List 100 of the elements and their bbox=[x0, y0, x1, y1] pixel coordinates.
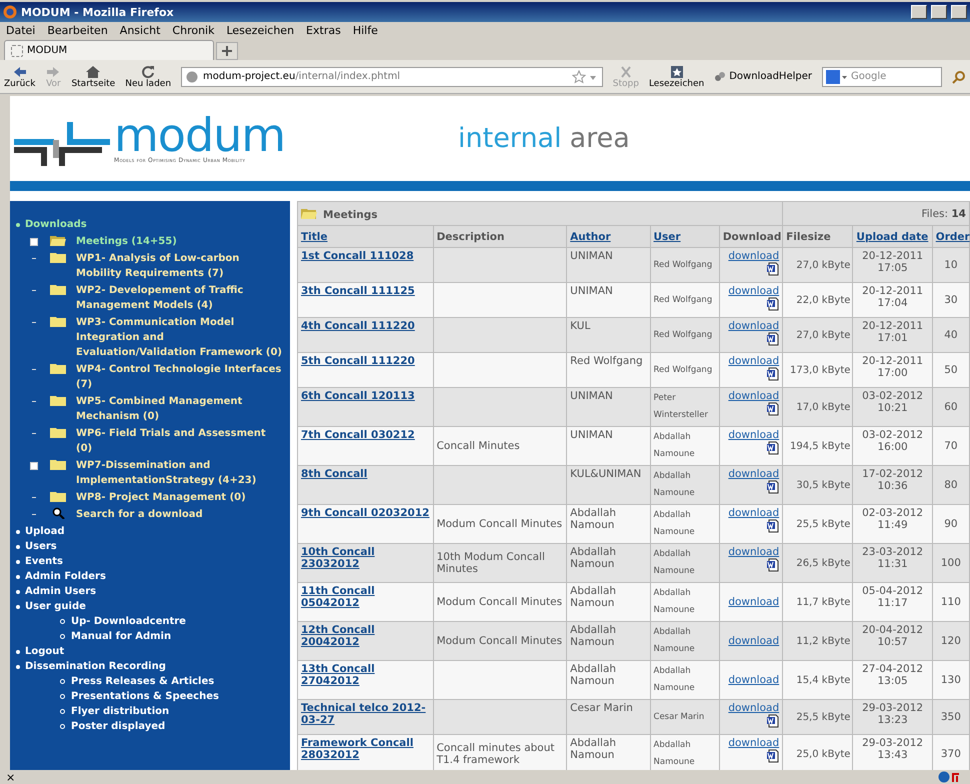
folder-icon bbox=[50, 315, 66, 327]
bullet-icon bbox=[16, 223, 20, 227]
home-icon bbox=[85, 64, 102, 78]
minimize-button[interactable] bbox=[911, 5, 927, 19]
sidebar-link[interactable]: Logout bbox=[25, 644, 64, 659]
word-document-icon[interactable] bbox=[766, 558, 780, 572]
download-link[interactable]: download bbox=[722, 702, 780, 714]
order-cell: 100 bbox=[932, 544, 970, 582]
toolbar-button[interactable]: Lesezeichen bbox=[648, 64, 704, 88]
menu-item[interactable]: Hilfe bbox=[352, 24, 378, 38]
bullet-icon bbox=[16, 665, 20, 669]
word-document-icon[interactable] bbox=[766, 441, 780, 455]
word-document-icon[interactable] bbox=[766, 262, 780, 276]
download-link[interactable]: download bbox=[722, 596, 780, 608]
sidebar-link[interactable]: Admin Folders bbox=[25, 569, 106, 584]
star-dropdown-icon[interactable] bbox=[572, 70, 598, 84]
menu-item[interactable]: Chronik bbox=[172, 24, 214, 38]
new-tab-button[interactable] bbox=[216, 42, 238, 60]
sidebar-link[interactable]: Upload bbox=[25, 524, 64, 539]
addon-button[interactable]: DownloadHelper bbox=[714, 70, 812, 82]
upload-date-cell: 20-12-2011 17:05 bbox=[852, 248, 932, 282]
folder-link[interactable]: WP1- Analysis of Low-carbon Mobility Requirements (7) bbox=[76, 251, 284, 281]
author-cell: UNIMAN bbox=[566, 248, 650, 282]
menu-item[interactable]: Extras bbox=[306, 24, 341, 38]
menu-item[interactable]: Datei bbox=[6, 24, 36, 38]
sidebar-link[interactable]: Manual for Admin bbox=[71, 629, 172, 644]
sidebar-link[interactable]: Up- Downloadcentre bbox=[71, 614, 186, 629]
download-link[interactable]: download bbox=[722, 737, 780, 749]
author-cell: UNIMAN bbox=[566, 282, 650, 318]
download-link[interactable]: download bbox=[722, 674, 780, 686]
menu-item[interactable]: Ansicht bbox=[120, 24, 160, 38]
order-cell: 350 bbox=[932, 700, 970, 734]
toolbar-button[interactable]: Startseite bbox=[71, 64, 116, 88]
search-field[interactable]: Google bbox=[822, 66, 942, 86]
close-button[interactable] bbox=[951, 5, 967, 19]
download-link[interactable]: download bbox=[722, 355, 780, 367]
reload-icon bbox=[140, 64, 156, 78]
download-link[interactable]: download bbox=[722, 468, 780, 480]
folder-link[interactable]: WP8- Project Management (0) bbox=[76, 490, 246, 505]
download-link[interactable]: download bbox=[722, 320, 780, 332]
search-icon[interactable] bbox=[952, 70, 966, 84]
download-link[interactable]: download bbox=[722, 250, 780, 262]
filesize-cell: 30,5 kByte bbox=[782, 466, 853, 504]
circle-bullet-icon bbox=[60, 724, 65, 729]
word-document-icon[interactable] bbox=[766, 367, 780, 381]
download-link[interactable]: download bbox=[722, 429, 780, 441]
user-cell: Red Wolfgang bbox=[650, 248, 720, 282]
download-link[interactable]: download bbox=[722, 635, 780, 647]
toolbar-button[interactable]: Zurück bbox=[4, 64, 36, 88]
download-link[interactable]: download bbox=[722, 507, 780, 519]
address-field[interactable]: modum-project.eu/internal/index.phtml bbox=[181, 66, 603, 86]
sidebar-link[interactable]: Users bbox=[25, 539, 57, 554]
close-bar-button[interactable]: × bbox=[6, 770, 16, 784]
author-cell: KUL bbox=[566, 318, 650, 352]
word-document-icon[interactable] bbox=[766, 332, 780, 346]
sidebar-link[interactable]: User guide bbox=[25, 599, 86, 614]
menu-item[interactable]: Bearbeiten bbox=[47, 24, 108, 38]
folder-link[interactable]: WP5- Combined Management Mechanism (0) bbox=[76, 394, 284, 424]
column-sort-link[interactable]: Title bbox=[301, 230, 328, 242]
filesize-cell: 25,0 kByte bbox=[782, 734, 853, 770]
word-document-icon[interactable] bbox=[766, 480, 780, 494]
area-title: area bbox=[570, 123, 630, 154]
folder-link[interactable]: WP7-Dissemination and ImplementationStrategy (4+23) bbox=[76, 458, 284, 488]
sidebar-link[interactable]: Dissemination Recording bbox=[25, 659, 166, 674]
download-link[interactable]: download bbox=[722, 546, 780, 558]
files-label: Files: bbox=[921, 208, 950, 220]
folder-link[interactable]: Meetings (14+55) bbox=[76, 234, 177, 249]
sidebar-link[interactable]: Poster displayed bbox=[71, 719, 166, 734]
toolbar-button[interactable]: Neu laden bbox=[125, 64, 172, 88]
folder-link[interactable]: WP4- Control Technologie Interfaces (7) bbox=[76, 362, 284, 392]
folder-link[interactable]: WP6- Field Trials and Assessment (0) bbox=[76, 426, 284, 456]
folder-link[interactable]: WP2- Developement of Traffic Management Models (4) bbox=[76, 283, 284, 313]
browser-tab[interactable]: MODUM bbox=[4, 40, 214, 60]
column-header: Filesize bbox=[782, 226, 853, 248]
word-document-icon[interactable] bbox=[766, 714, 780, 728]
search-engine-icon[interactable] bbox=[826, 70, 848, 84]
window-title: MODUM - Mozilla Firefox bbox=[21, 6, 174, 18]
user-cell: Abdallah Namoune bbox=[650, 466, 720, 504]
word-document-icon[interactable] bbox=[766, 519, 780, 533]
sidebar-link[interactable]: Flyer distribution bbox=[71, 704, 170, 719]
sidebar-link[interactable]: Events bbox=[25, 554, 63, 569]
folder-link[interactable]: Search for a download bbox=[76, 507, 203, 522]
word-document-icon[interactable] bbox=[766, 749, 780, 763]
word-document-icon[interactable] bbox=[766, 402, 780, 416]
download-link[interactable]: download bbox=[722, 285, 780, 297]
folder-title: Meetings bbox=[323, 208, 378, 220]
filesize-cell: 26,5 kByte bbox=[782, 544, 853, 582]
sidebar-link[interactable]: Press Releases & Articles bbox=[71, 674, 214, 689]
author-cell: Cesar Marin bbox=[566, 700, 650, 734]
sidebar-link[interactable]: Downloads bbox=[25, 217, 87, 232]
word-document-icon[interactable] bbox=[766, 297, 780, 311]
sidebar-link[interactable]: Presentations & Speeches bbox=[71, 689, 219, 704]
download-link[interactable]: download bbox=[722, 390, 780, 402]
folder-link[interactable]: WP3- Communication Model Integration and Evaluation/Validation Framework (0) bbox=[76, 315, 284, 360]
maximize-button[interactable] bbox=[931, 5, 947, 19]
sidebar-link[interactable]: Admin Users bbox=[25, 584, 96, 599]
bullet-icon bbox=[16, 545, 20, 549]
menu-item[interactable]: Lesezeichen bbox=[226, 24, 294, 38]
filesize-cell: 27,0 kByte bbox=[782, 248, 853, 282]
folder-icon bbox=[50, 362, 66, 374]
